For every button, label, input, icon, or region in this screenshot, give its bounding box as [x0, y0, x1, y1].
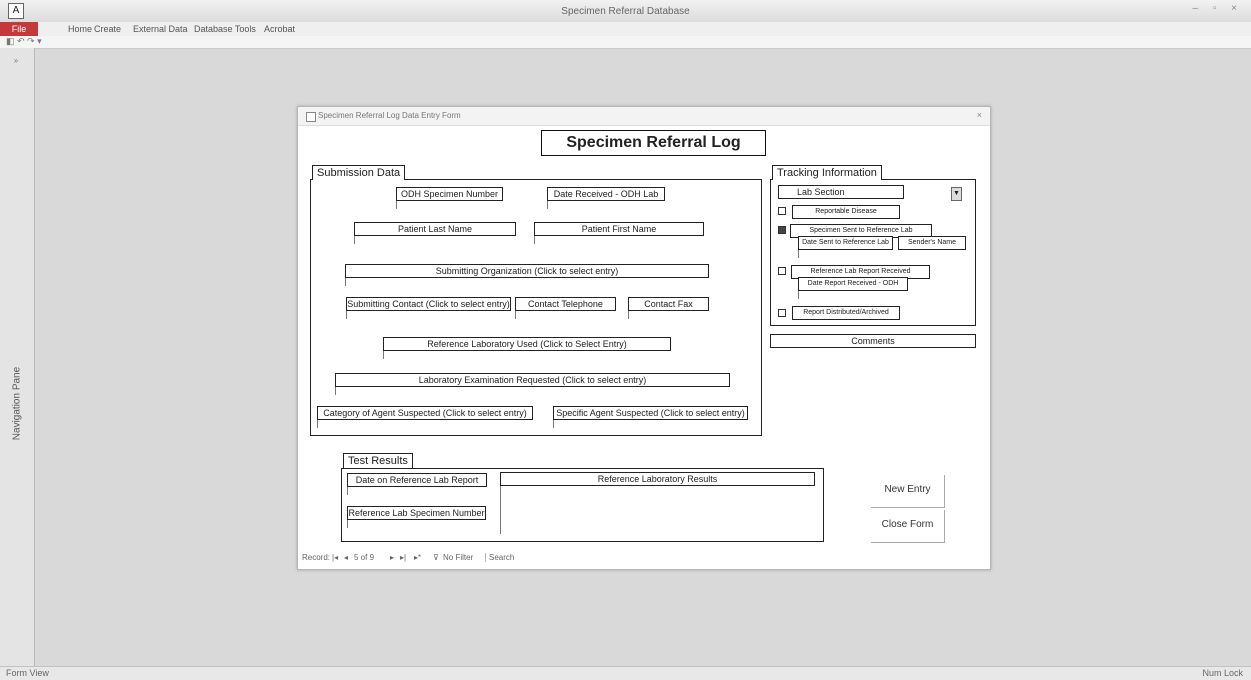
quick-access-toolbar[interactable]: ◧ ↶ ↷ ▾	[0, 36, 1251, 49]
date-report-received-label: Date Report Received - ODH	[798, 277, 908, 291]
first-record-icon[interactable]: |◂	[332, 553, 338, 562]
ref-lab-results-field[interactable]	[500, 486, 814, 534]
date-on-report-field[interactable]	[347, 487, 348, 495]
ref-lab-specimen-number-field[interactable]	[347, 520, 348, 528]
tab-create[interactable]: Create	[94, 24, 121, 34]
tab-home[interactable]: Home	[68, 24, 92, 34]
patient-first-name-label: Patient First Name	[534, 222, 704, 236]
date-received-field[interactable]	[547, 201, 548, 209]
tab-external-data[interactable]: External Data	[133, 24, 188, 34]
new-entry-button[interactable]: New Entry	[871, 475, 945, 508]
submitting-contact-label: Submitting Contact (Click to select entr…	[346, 297, 511, 311]
specific-agent-field[interactable]	[553, 420, 554, 428]
close-icon[interactable]: ×	[977, 110, 982, 120]
navigation-pane-label[interactable]: Navigation Pane	[12, 363, 23, 445]
reference-lab-used-label: Reference Laboratory Used (Click to Sele…	[383, 337, 671, 351]
last-record-icon[interactable]: ▸|	[400, 553, 406, 562]
form-caption: Specimen Referral Log Data Entry Form	[318, 111, 461, 120]
reportable-disease-checkbox[interactable]	[778, 207, 786, 215]
search-box[interactable]: Search	[485, 553, 514, 562]
window-title: Specimen Referral Database	[561, 6, 690, 17]
page-title: Specimen Referral Log	[541, 130, 766, 156]
close-form-button[interactable]: Close Form	[871, 510, 945, 543]
report-received-checkbox[interactable]	[778, 267, 786, 275]
nav-pane-toggle-icon[interactable]: »	[9, 56, 23, 66]
date-received-label: Date Received - ODH Lab	[547, 187, 665, 201]
contact-fax-label: Contact Fax	[628, 297, 709, 311]
ref-lab-specimen-number-label: Reference Lab Specimen Number	[347, 506, 486, 520]
submitting-contact-field[interactable]	[346, 311, 347, 319]
tracking-info-tab: Tracking Information	[772, 165, 882, 180]
category-agent-label: Category of Agent Suspected (Click to se…	[317, 406, 533, 420]
form-icon	[306, 112, 316, 122]
specimen-sent-checkbox[interactable]	[778, 226, 786, 234]
window-controls[interactable]: – ▫ ×	[1192, 3, 1243, 14]
lab-exam-requested-field[interactable]	[335, 387, 336, 395]
contact-fax-field[interactable]	[628, 311, 629, 319]
odh-specimen-number-label: ODH Specimen Number	[396, 187, 503, 201]
tab-acrobat[interactable]: Acrobat	[264, 24, 295, 34]
reportable-disease-label: Reportable Disease	[792, 205, 900, 219]
submitting-organization-field[interactable]	[345, 278, 346, 286]
lab-section-label: Lab Section	[778, 185, 904, 199]
date-sent-label: Date Sent to Reference Lab	[798, 236, 893, 250]
submission-data-tab: Submission Data	[312, 165, 406, 180]
lab-section-dropdown-icon[interactable]: ▼	[951, 187, 962, 201]
ref-lab-results-label: Reference Laboratory Results	[500, 472, 815, 486]
record-label: Record:	[302, 553, 331, 562]
record-navigation-bar: Record: |◂ ◂ 5 of 9 ▸ ▸| ▸* ⊽ No Filter …	[302, 553, 986, 565]
odh-specimen-number-field[interactable]	[396, 201, 397, 209]
category-agent-field[interactable]	[317, 420, 318, 428]
form-title-bar: Specimen Referral Log Data Entry Form ×	[298, 107, 990, 126]
submitting-organization-label: Submitting Organization (Click to select…	[345, 264, 709, 278]
patient-last-name-label: Patient Last Name	[354, 222, 516, 236]
contact-telephone-field[interactable]	[515, 311, 516, 319]
patient-last-name-field[interactable]	[354, 236, 355, 244]
report-distributed-checkbox[interactable]	[778, 309, 786, 317]
test-results-tab: Test Results	[343, 453, 413, 468]
navigation-pane[interactable]: » Navigation Pane	[0, 48, 35, 666]
report-distributed-label: Report Distributed/Archived	[792, 306, 900, 320]
date-report-received-field[interactable]	[798, 291, 799, 299]
tab-database-tools[interactable]: Database Tools	[194, 24, 256, 34]
quick-access-icons[interactable]: ◧ ↶ ↷ ▾	[6, 36, 42, 47]
status-left-text: Form View	[6, 668, 49, 678]
tracking-info-frame	[770, 179, 976, 326]
contact-telephone-label: Contact Telephone	[515, 297, 616, 311]
ribbon-tabs: File Home Create External Data Database …	[0, 22, 1251, 36]
date-sent-field[interactable]	[798, 250, 799, 258]
next-record-icon[interactable]: ▸	[390, 553, 394, 562]
reference-lab-used-field[interactable]	[383, 351, 384, 359]
form-window: Specimen Referral Log Data Entry Form × …	[297, 106, 991, 570]
record-position[interactable]: 5 of 9	[354, 553, 374, 562]
patient-first-name-field[interactable]	[534, 236, 535, 244]
specific-agent-label: Specific Agent Suspected (Click to selec…	[553, 406, 748, 420]
filter-icon: ⊽	[433, 553, 439, 562]
window-title-bar: A Specimen Referral Database – ▫ ×	[0, 0, 1251, 23]
no-filter-indicator[interactable]: No Filter	[443, 553, 473, 562]
status-right-text: Num Lock	[1202, 668, 1243, 678]
date-on-report-label: Date on Reference Lab Report	[347, 473, 487, 487]
comments-field[interactable]	[770, 348, 974, 431]
lab-exam-requested-label: Laboratory Examination Requested (Click …	[335, 373, 730, 387]
tab-file[interactable]: File	[0, 22, 38, 36]
new-record-icon[interactable]: ▸*	[414, 553, 421, 562]
status-bar: Form View Num Lock	[0, 666, 1251, 680]
comments-label: Comments	[770, 334, 976, 348]
senders-name-label: Sender's Name	[898, 236, 966, 250]
prev-record-icon[interactable]: ◂	[344, 553, 348, 562]
